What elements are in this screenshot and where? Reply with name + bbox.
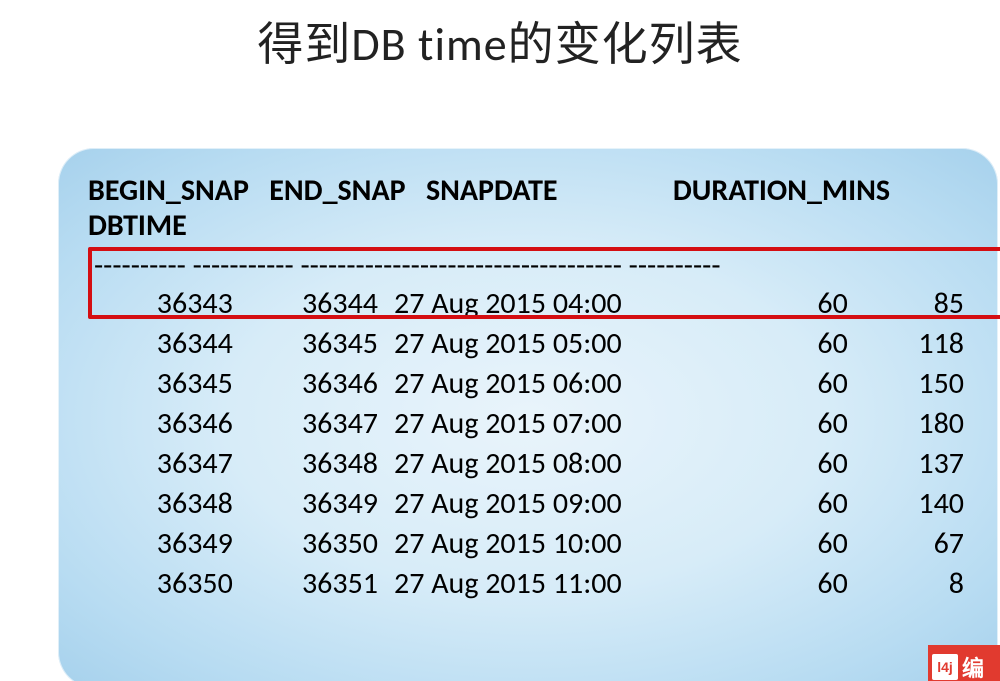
cell-dbtime: 67 [858,524,968,564]
cell-snapdate: 27 Aug 2015 06:00 [388,364,713,404]
cell-duration-mins: 60 [713,404,858,444]
cell-dbtime: 137 [858,444,968,484]
brand-logo: l4j 编 [928,645,1000,681]
table-row: 363503635127 Aug 2015 11:00608 [88,564,968,604]
cell-end-snap: 36349 [243,484,388,524]
table-row: 363473634827 Aug 2015 08:0060137 [88,444,968,484]
cell-snapdate: 27 Aug 2015 08:00 [388,444,713,484]
cell-end-snap: 36346 [243,364,388,404]
cell-snapdate: 27 Aug 2015 09:00 [388,484,713,524]
cell-duration-mins: 60 [713,524,858,564]
cell-begin-snap: 36344 [88,324,243,364]
table-row: 363493635027 Aug 2015 10:006067 [88,524,968,564]
cell-begin-snap: 36346 [88,404,243,444]
cell-end-snap: 36351 [243,564,388,604]
cell-snapdate: 27 Aug 2015 07:00 [388,404,713,444]
cell-snapdate: 27 Aug 2015 10:00 [388,524,713,564]
cell-begin-snap: 36350 [88,564,243,604]
column-header-line1: BEGIN_SNAP END_SNAP SNAPDATE DURATION_MI… [88,174,968,209]
cell-begin-snap: 36345 [88,364,243,404]
cell-duration-mins: 60 [713,444,858,484]
cell-duration-mins: 60 [713,564,858,604]
cell-end-snap: 36345 [243,324,388,364]
cell-end-snap: 36350 [243,524,388,564]
brand-text: 编 [962,651,984,681]
cell-duration-mins: 60 [713,484,858,524]
table-row: 363463634727 Aug 2015 07:0060180 [88,404,968,444]
cell-end-snap: 36347 [243,404,388,444]
column-header-line2: DBTIME [88,209,968,244]
cell-end-snap: 36348 [243,444,388,484]
cell-duration-mins: 60 [713,324,858,364]
cell-dbtime: 150 [858,364,968,404]
table-row: 363483634927 Aug 2015 09:0060140 [88,484,968,524]
cell-begin-snap: 36348 [88,484,243,524]
cell-begin-snap: 36349 [88,524,243,564]
cell-duration-mins: 60 [713,364,858,404]
cell-begin-snap: 36347 [88,444,243,484]
cell-dbtime: 140 [858,484,968,524]
cell-snapdate: 27 Aug 2015 11:00 [388,564,713,604]
cell-dbtime: 8 [858,564,968,604]
cell-dbtime: 180 [858,404,968,444]
table-block: ---------- ----------- -----------------… [88,249,968,604]
report-panel: BEGIN_SNAP END_SNAP SNAPDATE DURATION_MI… [58,148,998,681]
data-rows-container: 363433634427 Aug 2015 04:006085363443634… [88,284,968,604]
brand-badge: l4j [932,654,958,680]
table-row: 363453634627 Aug 2015 06:0060150 [88,364,968,404]
cell-dbtime: 118 [858,324,968,364]
highlight-box [88,247,1000,319]
page-title: 得到DB time的变化列表 [0,8,1000,74]
cell-snapdate: 27 Aug 2015 05:00 [388,324,713,364]
table-row: 363443634527 Aug 2015 05:0060118 [88,324,968,364]
